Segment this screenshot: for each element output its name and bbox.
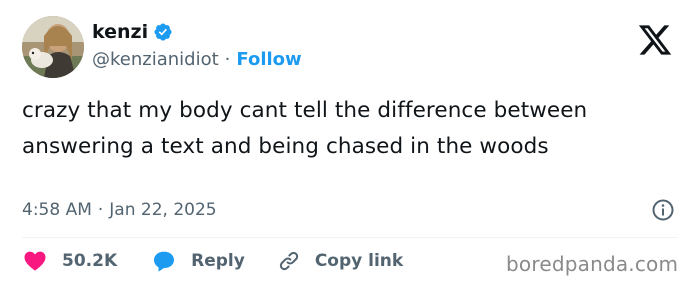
author-name[interactable]: kenzi bbox=[92, 21, 148, 43]
tweet-card: kenzi @kenzianidiot · Follow crazy that … bbox=[0, 0, 700, 287]
reply-button[interactable]: Reply bbox=[151, 249, 245, 273]
copy-link-button[interactable]: Copy link bbox=[277, 249, 403, 273]
avatar[interactable] bbox=[22, 16, 84, 78]
tweet-date: Jan 22, 2025 bbox=[109, 200, 217, 220]
copy-link-label: Copy link bbox=[314, 251, 404, 271]
tweet-text: crazy that my body cant tell the differe… bbox=[22, 98, 588, 159]
divider bbox=[22, 237, 678, 238]
info-icon[interactable] bbox=[651, 198, 675, 222]
profile-photo bbox=[22, 16, 84, 78]
like-button[interactable]: 50.2K bbox=[22, 249, 117, 273]
x-logo-icon[interactable] bbox=[636, 22, 674, 58]
watermark: boredpanda.com bbox=[506, 252, 679, 276]
like-count: 50.2K bbox=[62, 251, 118, 271]
handle-separator: · bbox=[224, 48, 231, 70]
link-icon bbox=[279, 251, 298, 271]
tweet-time: 4:58 AM bbox=[22, 200, 92, 220]
author-handle[interactable]: @kenzianidiot bbox=[92, 49, 219, 70]
reply-label: Reply bbox=[191, 251, 245, 271]
author-handle-row: @kenzianidiot · Follow bbox=[92, 47, 302, 71]
timestamp-separator: · bbox=[97, 200, 104, 220]
follow-button[interactable]: Follow bbox=[236, 49, 301, 70]
tweet-timestamp[interactable]: 4:58 AM · Jan 22, 2025 bbox=[22, 198, 217, 222]
verified-badge-icon bbox=[153, 22, 173, 42]
heart-icon bbox=[24, 251, 46, 271]
author-name-row: kenzi bbox=[92, 20, 173, 44]
reply-bubble-icon bbox=[154, 251, 175, 272]
action-bar: 50.2K Reply Copy link bbox=[22, 248, 403, 274]
